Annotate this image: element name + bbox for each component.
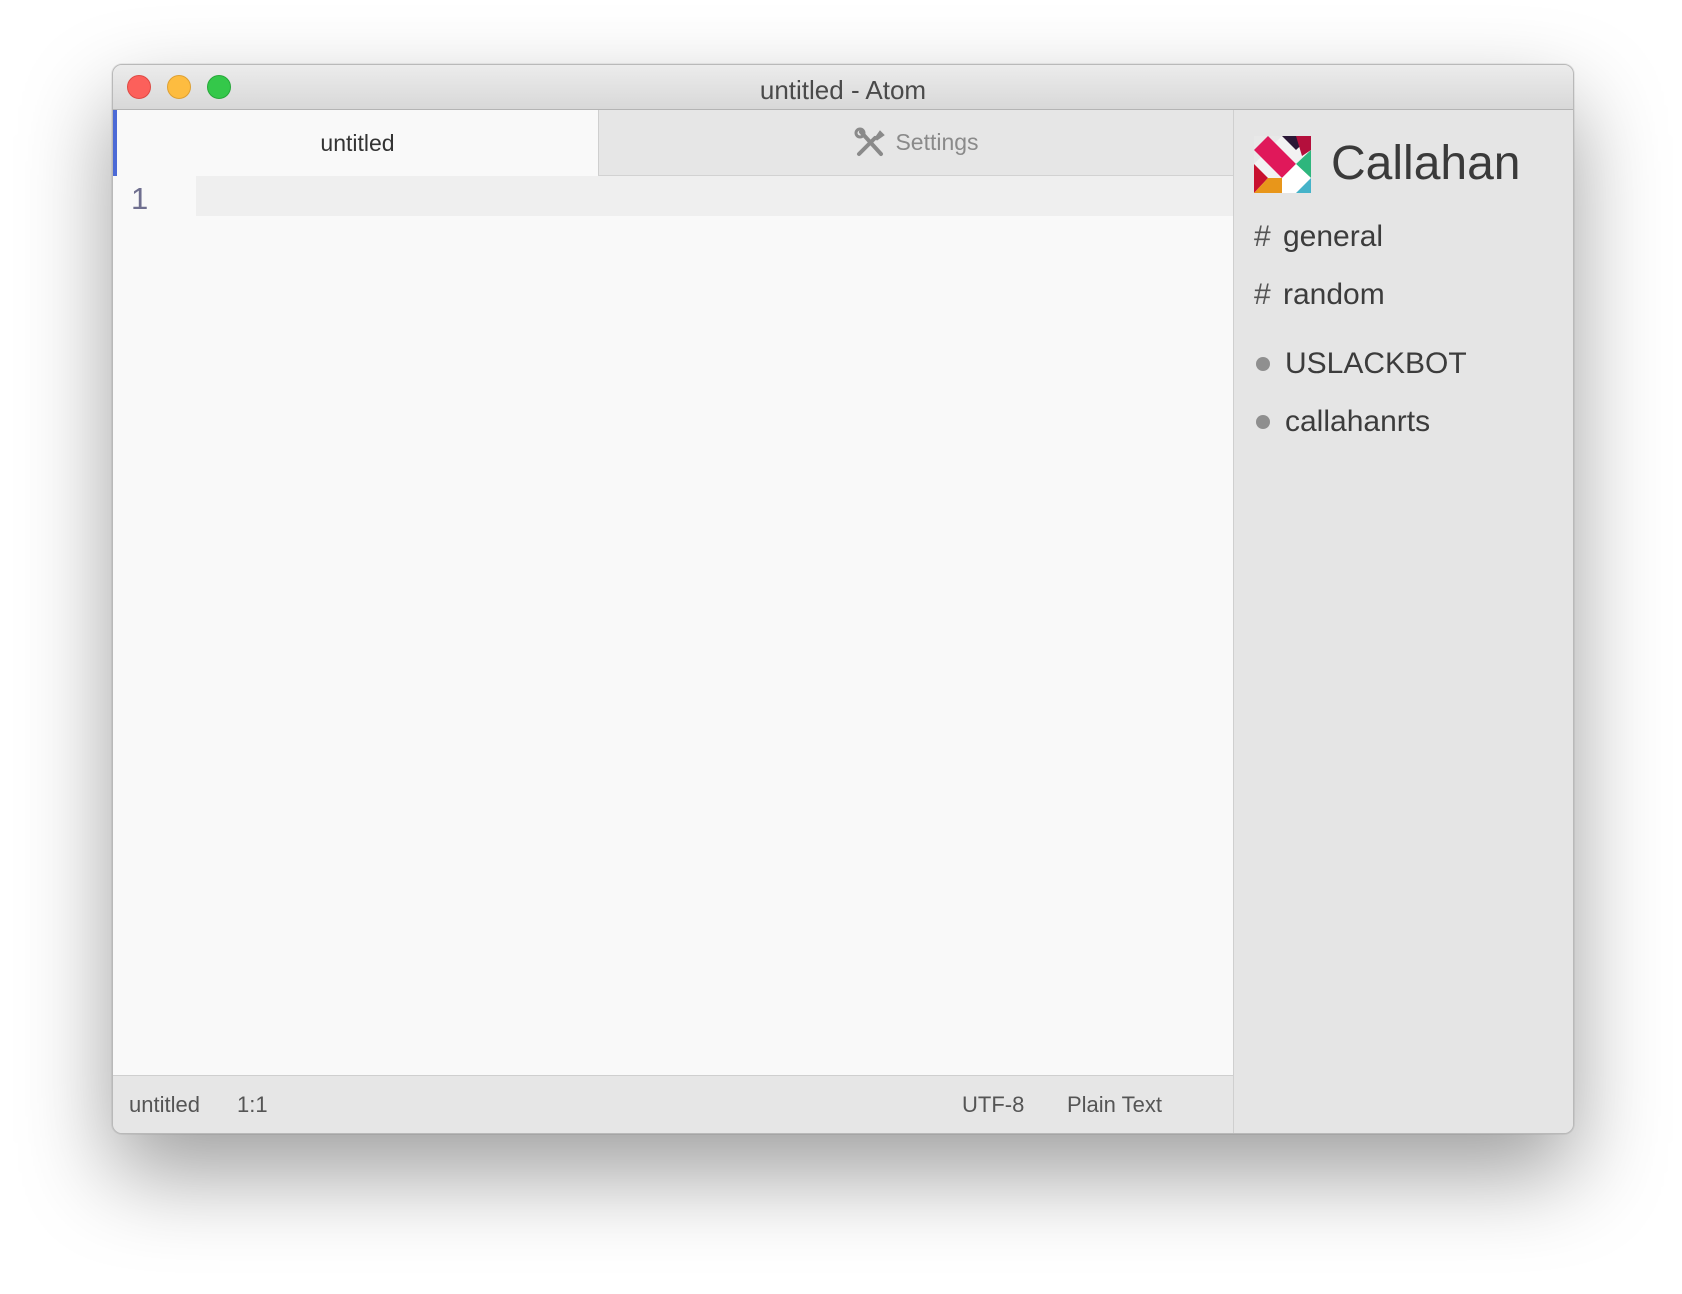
team-logo-icon (1254, 136, 1311, 193)
channel-name: general (1283, 220, 1384, 253)
dm-name: USLACKBOT (1285, 347, 1467, 380)
slack-sidebar: Callahan # general # random USLACKBOT ca… (1233, 110, 1573, 1133)
channel-random[interactable]: # random (1254, 278, 1385, 312)
tab-label: untitled (320, 129, 395, 156)
status-file-name[interactable]: untitled (129, 1092, 200, 1118)
tab-untitled[interactable]: untitled (113, 110, 598, 176)
dm-name: callahanrts (1285, 405, 1431, 438)
tab-settings[interactable]: Settings (598, 110, 1233, 176)
dm-uslackbot[interactable]: USLACKBOT (1254, 347, 1467, 381)
tab-bar: untitled Settings (113, 110, 1233, 176)
presence-dot-icon (1256, 415, 1270, 429)
channel-name: random (1283, 278, 1385, 311)
channel-general[interactable]: # general (1254, 220, 1383, 254)
title-bar[interactable]: untitled - Atom (113, 65, 1573, 110)
tools-icon (854, 127, 886, 156)
team-name: Callahan (1331, 137, 1521, 190)
app-window: untitled - Atom untitled Settings 1 unti… (112, 64, 1574, 1134)
presence-dot-icon (1256, 357, 1270, 371)
dm-callahanrts[interactable]: callahanrts (1254, 405, 1430, 439)
tab-label: Settings (895, 129, 979, 155)
status-grammar[interactable]: Plain Text (1067, 1092, 1162, 1118)
line-number: 1 (131, 181, 149, 216)
status-bar: untitled 1:1 UTF-8 Plain Text (113, 1075, 1233, 1133)
hash-icon: # (1254, 220, 1271, 253)
status-cursor-position[interactable]: 1:1 (237, 1092, 268, 1118)
cursor-line-highlight (196, 176, 1233, 216)
window-title: untitled - Atom (759, 75, 927, 105)
hash-icon: # (1254, 278, 1271, 311)
editor-pane: untitled Settings 1 (113, 110, 1233, 1075)
status-encoding[interactable]: UTF-8 (962, 1092, 1024, 1118)
